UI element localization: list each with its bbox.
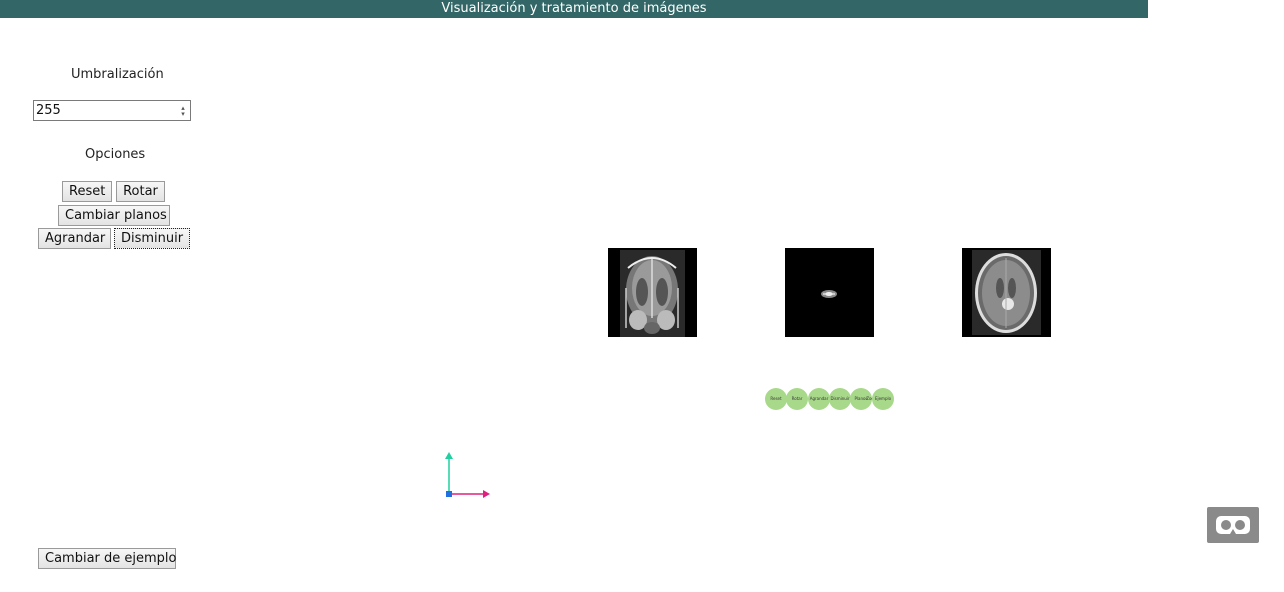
axial-slice-image[interactable] (962, 248, 1051, 337)
circle-example[interactable]: Ejemplo (872, 388, 894, 410)
circle-rotate[interactable]: Rotar (786, 388, 808, 410)
sagittal-slice-image[interactable] (785, 248, 874, 337)
enlarge-button[interactable]: Agrandar (38, 228, 111, 249)
change-example-button[interactable]: Cambiar de ejemplo (38, 548, 177, 569)
circle-reset[interactable]: Reset (765, 388, 787, 410)
threshold-value: 255 (36, 103, 61, 118)
sagittal-slice-graphic (785, 248, 874, 337)
rotate-button[interactable]: Rotar (116, 181, 165, 202)
axial-slice-graphic (962, 248, 1051, 337)
vr-headset-icon (1216, 516, 1250, 534)
spin-arrows-icon[interactable]: ▴ ▾ (178, 105, 188, 118)
coronal-slice-image[interactable] (608, 248, 697, 337)
circle-enlarge[interactable]: Agrandar (808, 388, 830, 410)
coronal-slice-graphic (608, 248, 697, 337)
threshold-spinbox[interactable]: 255 ▴ ▾ (33, 100, 191, 121)
threshold-label: Umbralización (71, 67, 164, 82)
reset-button[interactable]: Reset (62, 181, 112, 202)
change-planes-button[interactable]: Cambiar planos (58, 205, 170, 226)
window-title: Visualización y tratamiento de imágenes (0, 0, 1148, 18)
options-label: Opciones (85, 147, 146, 162)
circle-shrink[interactable]: Disminuir (829, 388, 851, 410)
vr-headset-button[interactable] (1207, 507, 1259, 543)
axes-gizmo-icon (445, 452, 490, 498)
shrink-button[interactable]: Disminuir (114, 228, 190, 249)
